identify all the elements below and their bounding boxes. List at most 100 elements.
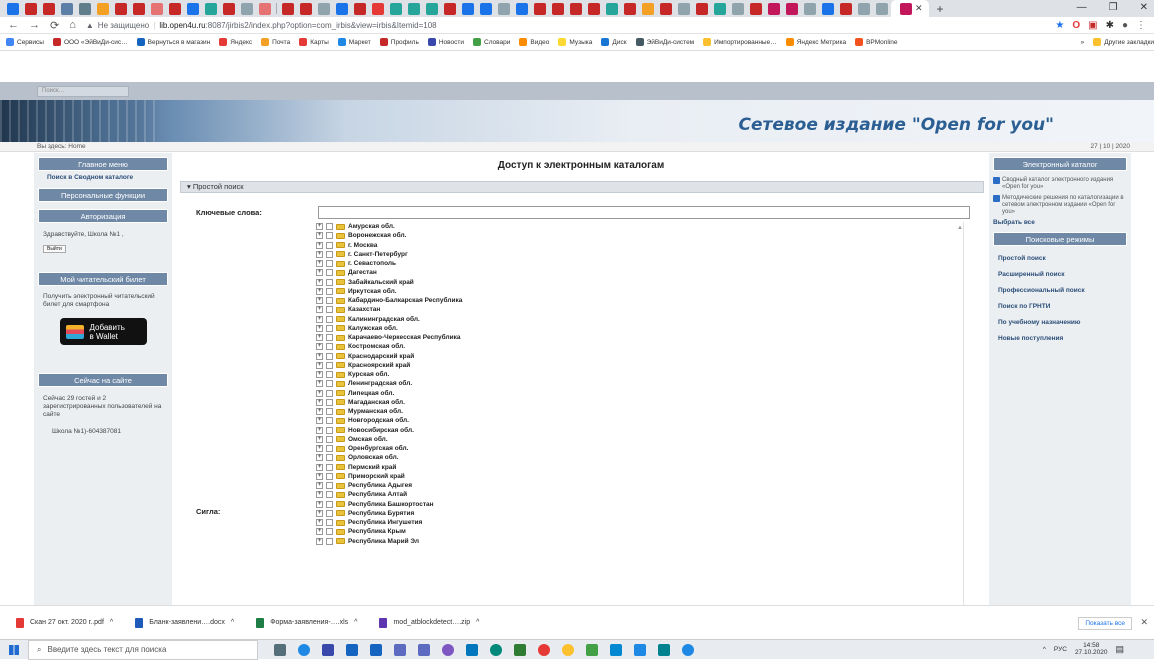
tab-icon[interactable] (714, 2, 726, 15)
tree-item[interactable]: + Республика Адыгея (316, 481, 963, 490)
tree-checkbox[interactable] (326, 269, 333, 277)
bookmark-item[interactable]: Сервисы (6, 38, 44, 46)
app-icon[interactable] (322, 643, 334, 656)
app-icon[interactable] (658, 643, 670, 656)
tab-icon[interactable] (133, 2, 145, 15)
tab-icon[interactable] (169, 2, 181, 15)
clock[interactable]: 14:58 27.10.2020 (1075, 642, 1108, 656)
outlook-icon[interactable] (466, 643, 478, 656)
expand-icon[interactable]: + (316, 334, 323, 342)
new-tab-icon[interactable]: + (937, 2, 944, 16)
reload-icon[interactable]: ⟳ (50, 19, 59, 32)
bookmark-item[interactable]: BPMonline (855, 38, 898, 46)
tree-item[interactable]: + Казахстан (316, 305, 963, 314)
tab-icon[interactable] (570, 2, 582, 15)
tree-checkbox[interactable] (326, 371, 333, 379)
expand-icon[interactable]: + (316, 454, 323, 462)
tree-checkbox[interactable] (326, 537, 333, 545)
home-icon[interactable]: ⌂ (69, 19, 76, 31)
add-to-wallet-button[interactable]: Добавить в Wallet (59, 318, 147, 345)
tab-icon[interactable] (858, 2, 870, 15)
tree-item[interactable]: + Республика Башкортостан (316, 500, 963, 509)
tree-checkbox[interactable] (326, 389, 333, 397)
tree-item[interactable]: + Новосибирская обл. (316, 426, 963, 435)
catalog-checkbox-1[interactable]: Сводный каталог электронного издания «Op… (989, 175, 1131, 193)
tree-checkbox[interactable] (326, 417, 333, 425)
chevron-up-icon[interactable]: ^ (354, 619, 357, 626)
tab-icon[interactable] (187, 2, 199, 15)
tab-icon[interactable] (876, 2, 888, 15)
expand-icon[interactable]: + (316, 306, 323, 314)
catalog-checkbox-2[interactable]: Методические решения по каталогизации в … (989, 193, 1131, 218)
tab-icon[interactable] (804, 2, 816, 15)
expand-icon[interactable]: + (316, 269, 323, 277)
menu-link-union-catalog[interactable]: Поиск в Сводном каталоге (34, 171, 172, 184)
tree-item[interactable]: + Республика Ингушетия (316, 518, 963, 527)
tree-checkbox[interactable] (326, 260, 333, 268)
expand-icon[interactable]: + (316, 537, 323, 545)
bookmark-item[interactable]: Музыка (558, 38, 592, 46)
tab-icon[interactable] (7, 2, 19, 15)
tab-icon[interactable] (678, 2, 690, 15)
expand-icon[interactable]: + (316, 260, 323, 268)
tab-icon[interactable] (354, 2, 366, 15)
expand-icon[interactable]: + (316, 324, 323, 332)
expand-icon[interactable]: + (316, 491, 323, 499)
bookmark-item[interactable]: Маркет (337, 38, 371, 46)
tab-icon[interactable] (318, 2, 330, 15)
app-icon[interactable] (394, 643, 406, 656)
close-tab-icon[interactable]: ✕ (915, 3, 923, 14)
tree-item[interactable]: + Забайкальский край (316, 278, 963, 287)
tree-checkbox[interactable] (326, 324, 333, 332)
url-field[interactable]: ▲ Не защищено | lib.open4u.ru:8087/jirbi… (86, 21, 437, 30)
bookmark-item[interactable]: ЭйВиДи-систем (635, 38, 694, 46)
tab-icon[interactable] (624, 2, 636, 15)
tab-icon[interactable] (390, 2, 402, 15)
expand-icon[interactable]: + (316, 389, 323, 397)
tab-icon[interactable] (151, 2, 163, 15)
expand-icon[interactable]: + (316, 472, 323, 480)
tree-checkbox[interactable] (326, 380, 333, 388)
active-tab[interactable]: ✕ (891, 0, 929, 17)
tree-item[interactable]: + Оренбургская обл. (316, 444, 963, 453)
bookmark-item[interactable]: ООО «ЭйВиДи-сис… (52, 38, 128, 46)
tab-icon[interactable] (696, 2, 708, 15)
yandex-browser-icon[interactable] (538, 643, 550, 656)
taskbar-search[interactable]: ⌕ Введите здесь текст для поиска (28, 639, 258, 660)
expand-icon[interactable]: + (316, 241, 323, 249)
tab-icon[interactable] (732, 2, 744, 15)
expand-icon[interactable]: + (316, 287, 323, 295)
back-icon[interactable]: ← (8, 19, 19, 31)
tab-icon[interactable] (61, 2, 73, 15)
bookmark-item[interactable]: Новости (427, 38, 464, 46)
tree-item[interactable]: + Красноярский край (316, 361, 963, 370)
profile-icon[interactable]: ● (1122, 20, 1128, 31)
tab-icon[interactable] (462, 2, 474, 15)
tab-icon[interactable] (606, 2, 618, 15)
tree-item[interactable]: + Калининградская обл. (316, 315, 963, 324)
download-item[interactable]: mod_atblockdetect….zip ^ (379, 617, 479, 628)
telegram-icon[interactable] (682, 643, 694, 656)
tab-icon[interactable] (300, 2, 312, 15)
bookmark-item[interactable]: Словари (473, 38, 510, 46)
forward-icon[interactable]: → (29, 19, 40, 31)
app-icon[interactable] (418, 643, 430, 656)
tree-checkbox[interactable] (326, 361, 333, 369)
tab-icon[interactable] (534, 2, 546, 15)
bookmark-item[interactable]: Импортированные… (703, 38, 777, 46)
tab-icon[interactable] (282, 2, 294, 15)
expand-icon[interactable]: + (316, 482, 323, 490)
expand-icon[interactable]: + (316, 408, 323, 416)
expand-icon[interactable]: + (316, 315, 323, 323)
tree-item[interactable]: + Костромская обл. (316, 342, 963, 351)
site-search-input[interactable]: Поиск… (37, 86, 129, 97)
maximize-icon[interactable]: ❐ (1109, 2, 1118, 13)
tree-item[interactable]: + Республика Крым (316, 527, 963, 536)
opera-icon[interactable]: O (1072, 20, 1080, 31)
chrome-icon[interactable] (562, 643, 574, 656)
bookmark-item[interactable]: Яндекс (219, 38, 252, 46)
expand-icon[interactable]: + (316, 232, 323, 240)
expand-icon[interactable]: + (316, 361, 323, 369)
tree-checkbox[interactable] (326, 408, 333, 416)
expand-icon[interactable]: + (316, 352, 323, 360)
